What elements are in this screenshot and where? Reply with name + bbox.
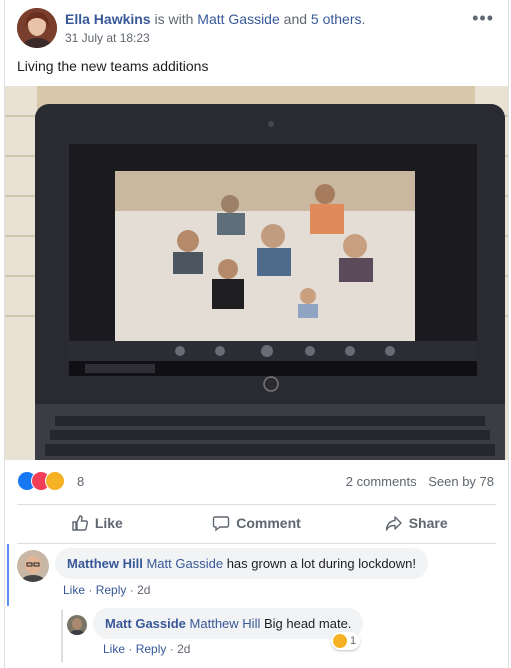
- comment-label: Comment: [236, 515, 301, 531]
- comment-reply-link[interactable]: Reply: [96, 583, 127, 597]
- post-text: Living the new teams additions: [17, 58, 209, 74]
- with-text: is with: [154, 11, 194, 27]
- reply-like-link[interactable]: Like: [103, 642, 125, 656]
- reply-author[interactable]: Matt Gasside: [105, 616, 186, 631]
- more-options-icon[interactable]: •••: [472, 8, 494, 29]
- reply-text: Big head mate.: [263, 616, 352, 631]
- comment-time[interactable]: 2d: [137, 583, 150, 597]
- comment-button[interactable]: Comment: [177, 506, 337, 540]
- others-link[interactable]: 5 others: [311, 11, 362, 27]
- comment-highlight-bar: [7, 544, 9, 606]
- facebook-post: Ella Hawkins is with Matt Gasside and 5 …: [4, 0, 509, 668]
- period-text: .: [361, 11, 366, 27]
- share-button[interactable]: Share: [336, 506, 496, 540]
- haha-reaction-icon: [333, 634, 347, 648]
- thumbs-up-icon: [72, 515, 88, 531]
- haha-reaction-icon: [45, 471, 65, 491]
- post-timestamp[interactable]: 31 July at 18:23: [65, 31, 150, 45]
- reply-reply-link[interactable]: Reply: [136, 642, 167, 656]
- seen-by-count[interactable]: Seen by 78: [428, 474, 494, 489]
- comment-author[interactable]: Matthew Hill: [67, 556, 143, 571]
- meta-separator: ·: [129, 583, 134, 597]
- reaction-count[interactable]: 8: [77, 474, 84, 489]
- reply-meta: Like · Reply · 2d: [103, 642, 190, 656]
- meta-separator: ·: [128, 642, 133, 656]
- divider: [17, 504, 496, 505]
- reply-avatar-image: [67, 615, 87, 635]
- and-text: and: [283, 11, 308, 27]
- meta-separator: ·: [88, 583, 93, 597]
- commenter-avatar[interactable]: [17, 550, 49, 582]
- commenter-avatar-image: [17, 550, 49, 582]
- comment-text: has grown a lot during lockdown!: [226, 556, 417, 571]
- like-label: Like: [94, 515, 123, 531]
- post-stats: 2 comments Seen by 78: [346, 474, 494, 489]
- reply-time[interactable]: 2d: [177, 642, 190, 656]
- author-avatar-image: [17, 8, 57, 48]
- meta-separator: ·: [169, 642, 174, 656]
- comment-tag[interactable]: Matt Gasside: [146, 556, 223, 571]
- divider: [17, 543, 496, 544]
- reply-thread-line: [61, 610, 63, 662]
- author-name[interactable]: Ella Hawkins: [65, 11, 151, 27]
- reply-reaction-count: 1: [350, 635, 357, 647]
- comment-bubble: Matthew Hill Matt Gasside has grown a lo…: [55, 548, 429, 579]
- post-actions: Like Comment Share: [17, 506, 496, 540]
- comment-meta: Like · Reply · 2d: [63, 583, 150, 597]
- comments-count[interactable]: 2 comments: [346, 474, 417, 489]
- reply-reaction-chip[interactable]: 1: [331, 632, 361, 650]
- like-button[interactable]: Like: [17, 506, 177, 540]
- share-arrow-icon: [385, 516, 402, 531]
- share-label: Share: [408, 515, 448, 531]
- reply-avatar[interactable]: [67, 615, 87, 635]
- post-header: Ella Hawkins is with Matt Gasside and 5 …: [5, 0, 508, 56]
- post-photo[interactable]: [5, 86, 508, 460]
- tagged-person[interactable]: Matt Gasside: [197, 11, 279, 27]
- comment-bubble-icon: [213, 516, 230, 532]
- author-line: Ella Hawkins is with Matt Gasside and 5 …: [65, 11, 365, 27]
- laptop-photo-illustration: [5, 86, 508, 460]
- author-avatar[interactable]: [17, 8, 57, 48]
- reply-tag[interactable]: Matthew Hill: [190, 616, 261, 631]
- comment-like-link[interactable]: Like: [63, 583, 85, 597]
- reply-bubble: Matt Gasside Matthew Hill Big head mate.: [93, 608, 364, 639]
